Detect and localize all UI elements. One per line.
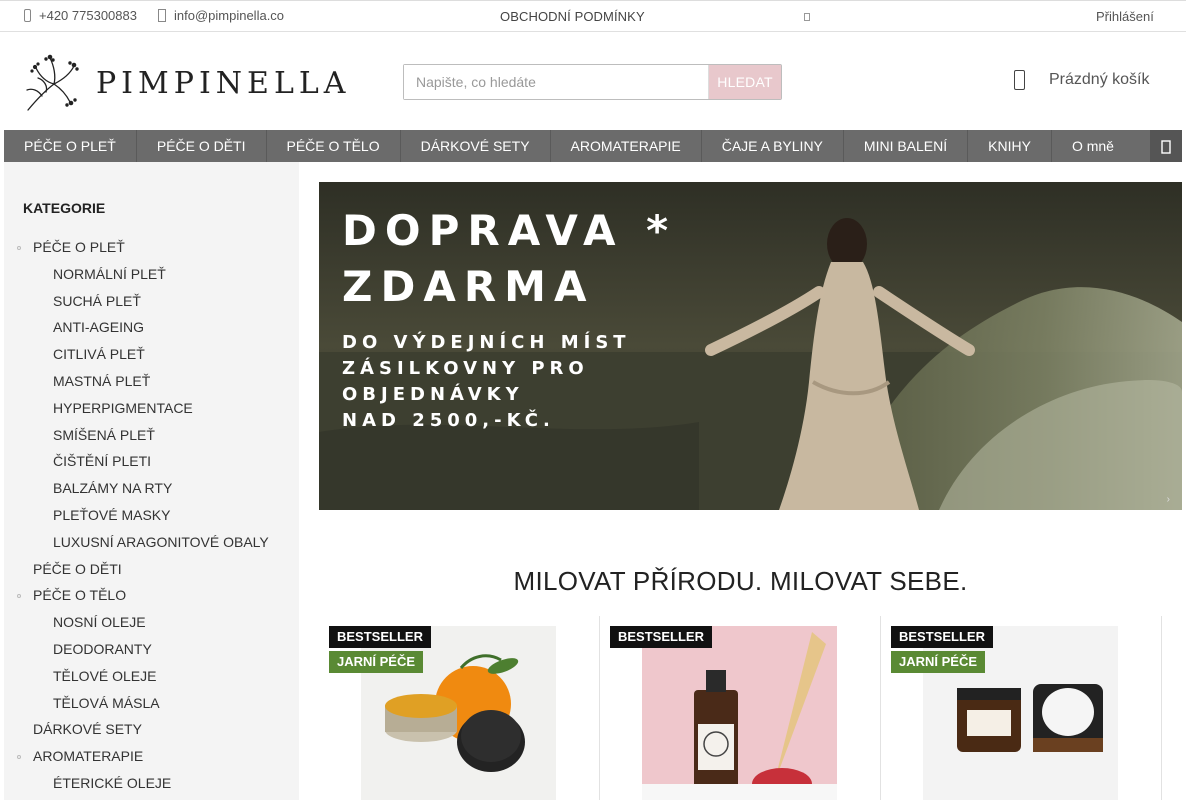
- nav-item-o-mne[interactable]: O mně: [1052, 130, 1134, 162]
- terms-link[interactable]: OBCHODNÍ PODMÍNKY: [500, 9, 645, 24]
- sidebar-subcategory[interactable]: NOSNÍ OLEJE: [4, 609, 299, 636]
- nav-more-button[interactable]: [1150, 130, 1182, 162]
- main-nav: PÉČE O PLEŤ PÉČE O DĚTI PÉČE O TĚLO DÁRK…: [4, 130, 1182, 162]
- category-label: PÉČE O TĚLO: [33, 587, 127, 604]
- category-label: TĚLOVÉ OLEJE: [53, 667, 157, 684]
- sidebar-subcategory[interactable]: SUCHÁ PLEŤ: [4, 288, 299, 315]
- category-label: DEODORANTY: [53, 640, 152, 657]
- category-label: SMÍŠENÁ PLEŤ: [53, 426, 155, 443]
- category-label: CITLIVÁ PLEŤ: [53, 346, 145, 363]
- category-label: LUXUSNÍ ARAGONITOVÉ OBALY: [53, 533, 269, 550]
- badge-spring: JARNÍ PÉČE: [891, 651, 986, 673]
- sidebar-category[interactable]: AROMATERAPIE: [4, 743, 299, 770]
- banner-line-6: NAD 2500,-KČ.: [342, 410, 555, 431]
- category-label: PÉČE O DĚTI: [33, 560, 122, 577]
- badge-bestseller: BESTSELLER: [891, 626, 993, 648]
- product-image-oil[interactable]: [642, 626, 837, 800]
- email-address[interactable]: info@pimpinella.co: [174, 8, 284, 23]
- category-label: AROMATERAPIE: [33, 748, 144, 765]
- phone-number[interactable]: +420 775300883: [39, 8, 137, 23]
- banner-line-1: DOPRAVA *: [342, 206, 677, 255]
- nav-item-pece-o-plet[interactable]: PÉČE O PLEŤ: [4, 130, 137, 162]
- category-label: SUCHÁ PLEŤ: [53, 292, 141, 309]
- sidebar-subcategory[interactable]: BALZÁMY NA RTY: [4, 475, 299, 502]
- header: PIMPINELLA HLEDAT Prázdný košík: [0, 32, 1186, 130]
- logo[interactable]: PIMPINELLA: [24, 50, 345, 112]
- sidebar-category[interactable]: PÉČE O PLEŤ: [4, 234, 299, 261]
- category-label: NOSNÍ OLEJE: [53, 614, 146, 631]
- category-sidebar: KATEGORIE PÉČE O PLEŤ NORMÁLNÍ PLEŤ SUCHÁ …: [4, 162, 299, 800]
- banner-line-4: ZÁSILKOVNY PRO: [342, 358, 589, 379]
- nav-item-mini-baleni[interactable]: MINI BALENÍ: [844, 130, 969, 162]
- sidebar-subcategory[interactable]: HYPERPIGMENTACE: [4, 395, 299, 422]
- nav-item-knihy[interactable]: KNIHY: [968, 130, 1052, 162]
- hero-banner[interactable]: DOPRAVA * ZDARMA DO VÝDEJNÍCH MÍST ZÁSIL…: [319, 182, 1182, 510]
- nav-item-caje-a-byliny[interactable]: ČAJE A BYLINY: [702, 130, 844, 162]
- banner-next-arrow-icon[interactable]: ›: [1167, 494, 1170, 505]
- category-list: PÉČE O PLEŤ NORMÁLNÍ PLEŤ SUCHÁ PLEŤ ANTI-A…: [4, 234, 299, 797]
- nav-item-aromaterapie[interactable]: AROMATERAPIE: [551, 130, 702, 162]
- category-label: PLEŤOVÉ MASKY: [53, 506, 171, 523]
- badge-spring: JARNÍ PÉČE: [329, 651, 424, 673]
- category-label: BALZÁMY NA RTY: [53, 480, 173, 497]
- top-bar: +420 775300883 info@pimpinella.co OBCHOD…: [0, 0, 1186, 32]
- mail-icon: [158, 9, 166, 22]
- shopping-bag-icon: [1014, 70, 1025, 90]
- sidebar-subcategory[interactable]: ČIŠTĚNÍ PLETI: [4, 448, 299, 475]
- sidebar-subcategory[interactable]: MASTNÁ PLEŤ: [4, 368, 299, 395]
- sidebar-subcategory[interactable]: LUXUSNÍ ARAGONITOVÉ OBALY: [4, 529, 299, 556]
- sidebar-subcategory[interactable]: TĚLOVÁ MÁSLA: [4, 690, 299, 717]
- language-flag-icon[interactable]: [804, 13, 810, 21]
- category-label: ČIŠTĚNÍ PLETI: [53, 453, 152, 470]
- sidebar-subcategory[interactable]: ÉTERICKÉ OLEJE: [4, 770, 299, 797]
- category-label: MASTNÁ PLEŤ: [53, 372, 151, 389]
- menu-icon: [1161, 140, 1171, 154]
- category-label: DÁRKOVÉ SETY: [33, 721, 142, 738]
- banner-line-3: DO VÝDEJNÍCH MÍST: [342, 332, 631, 353]
- sidebar-subcategory[interactable]: SMÍŠENÁ PLEŤ: [4, 422, 299, 449]
- section-headline: MILOVAT PŘÍRODU. MILOVAT SEBE.: [513, 566, 968, 596]
- expand-bullet-icon[interactable]: [17, 594, 21, 599]
- category-label: PÉČE O PLEŤ: [33, 239, 125, 255]
- product-card[interactable]: BESTSELLER JARNÍ PÉČE: [881, 616, 1162, 800]
- nav-item-pece-o-telo[interactable]: PÉČE O TĚLO: [267, 130, 401, 162]
- sidebar-title: KATEGORIE: [23, 200, 106, 216]
- category-label: TĚLOVÁ MÁSLA: [53, 694, 160, 711]
- contact-email[interactable]: info@pimpinella.co: [158, 8, 284, 23]
- badge-bestseller: BESTSELLER: [329, 626, 431, 648]
- category-label: ÉTERICKÉ OLEJE: [53, 774, 172, 791]
- sidebar-category[interactable]: PÉČE O DĚTI: [4, 556, 299, 583]
- phone-icon: [24, 9, 31, 22]
- banner-line-2: ZDARMA: [342, 262, 595, 311]
- sidebar-subcategory[interactable]: PLEŤOVÉ MASKY: [4, 502, 299, 529]
- brand-name: PIMPINELLA: [96, 66, 351, 101]
- login-link[interactable]: Přihlášení: [1096, 9, 1154, 24]
- search-button[interactable]: HLEDAT: [708, 65, 781, 99]
- cart-status[interactable]: Prázdný košík: [1049, 71, 1149, 89]
- expand-bullet-icon[interactable]: [17, 755, 21, 760]
- sidebar-subcategory[interactable]: DEODORANTY: [4, 636, 299, 663]
- search-input[interactable]: [404, 65, 708, 99]
- category-label: NORMÁLNÍ PLEŤ: [53, 265, 166, 282]
- sidebar-category[interactable]: DÁRKOVÉ SETY: [4, 716, 299, 743]
- contact-phone[interactable]: +420 775300883: [24, 8, 137, 23]
- sidebar-subcategory[interactable]: NORMÁLNÍ PLEŤ: [4, 261, 299, 288]
- logo-flower-icon: [26, 54, 79, 111]
- category-label: ANTI-AGEING: [53, 319, 145, 336]
- product-card[interactable]: BESTSELLER JARNÍ PÉČE: [319, 616, 600, 800]
- sidebar-subcategory[interactable]: CITLIVÁ PLEŤ: [4, 341, 299, 368]
- search-bar: HLEDAT: [403, 64, 782, 100]
- sidebar-subcategory[interactable]: TĚLOVÉ OLEJE: [4, 663, 299, 690]
- nav-item-darkove-sety[interactable]: DÁRKOVÉ SETY: [401, 130, 551, 162]
- sidebar-category[interactable]: PÉČE O TĚLO: [4, 582, 299, 609]
- sidebar-subcategory[interactable]: ANTI-AGEING: [4, 314, 299, 341]
- nav-item-pece-o-deti[interactable]: PÉČE O DĚTI: [137, 130, 267, 162]
- badge-bestseller: BESTSELLER: [610, 626, 712, 648]
- product-grid: BESTSELLER JARNÍ PÉČE BESTSELLER BESTSEL…: [319, 616, 1182, 800]
- category-label: HYPERPIGMENTACE: [53, 399, 193, 416]
- expand-bullet-icon[interactable]: [17, 246, 21, 250]
- product-card[interactable]: BESTSELLER: [600, 616, 881, 800]
- cart[interactable]: Prázdný košík: [1014, 70, 1149, 90]
- banner-line-5: OBJEDNÁVKY: [342, 384, 524, 405]
